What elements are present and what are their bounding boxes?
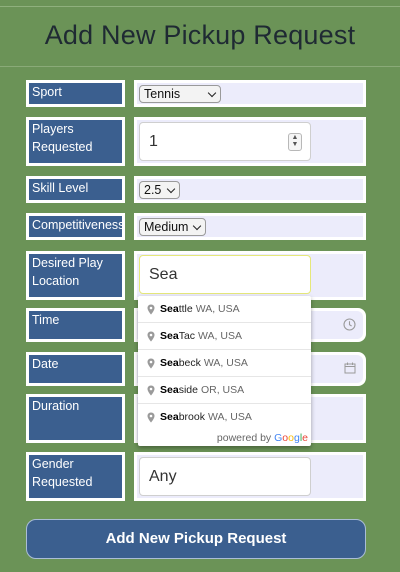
number-stepper-icon[interactable]: ▲ ▼ [288, 133, 302, 151]
autocomplete-item[interactable]: Seabrook WA, USA [138, 404, 311, 431]
map-pin-icon [147, 412, 155, 423]
location-input[interactable]: Sea [139, 255, 311, 294]
duration-label: Duration [29, 397, 122, 440]
sport-field: Tennis [134, 80, 366, 107]
clock-icon[interactable] [343, 318, 356, 331]
gender-label-box: Gender Requested [26, 452, 125, 501]
top-divider [0, 6, 400, 7]
skill-label: Skill Level [29, 179, 122, 200]
gender-input[interactable]: Any [139, 457, 311, 496]
autocomplete-item[interactable]: Seattle WA, USA [138, 296, 311, 323]
map-pin-icon [147, 358, 155, 369]
chevron-down-icon [166, 184, 176, 194]
gender-field: Any [134, 452, 366, 501]
map-pin-icon [147, 385, 155, 396]
location-label: Desired Play Location [29, 254, 122, 297]
autocomplete-item[interactable]: Seaside OR, USA [138, 377, 311, 404]
date-label: Date [29, 355, 122, 383]
chevron-down-icon [207, 88, 217, 98]
skill-select[interactable]: 2.5 [139, 181, 180, 199]
competitiveness-label-box: Competitiveness [26, 213, 125, 240]
sport-label: Sport [29, 83, 122, 104]
skill-label-box: Skill Level [26, 176, 125, 203]
location-input-value: Sea [149, 266, 178, 283]
skill-field: 2.5 [134, 176, 366, 203]
gender-label: Gender Requested [29, 455, 122, 498]
competitiveness-field: Medium [134, 213, 366, 240]
calendar-icon[interactable] [344, 362, 356, 374]
page-title: Add New Pickup Request [44, 20, 356, 50]
powered-by-google: powered by Google [216, 432, 308, 444]
skill-select-value: 2.5 [144, 183, 162, 197]
autocomplete-item[interactable]: SeaTac WA, USA [138, 323, 311, 350]
sport-select[interactable]: Tennis [139, 85, 221, 103]
competitiveness-select-value: Medium [144, 220, 189, 234]
title-divider [0, 66, 400, 67]
sport-select-value: Tennis [144, 87, 181, 101]
add-pickup-request-button[interactable]: Add New Pickup Request [26, 519, 366, 559]
duration-label-box: Duration [26, 394, 125, 443]
date-label-box: Date [26, 352, 125, 386]
players-input-value: 1 [149, 133, 158, 150]
location-label-box: Desired Play Location [26, 251, 125, 300]
gender-input-value: Any [149, 468, 177, 485]
time-label-box: Time [26, 308, 125, 342]
competitiveness-label: Competitiveness [29, 216, 124, 237]
players-field: 1 ▲ ▼ [134, 117, 366, 166]
sport-label-box: Sport [26, 80, 125, 107]
players-label-box: Players Requested [26, 117, 125, 166]
players-input[interactable]: 1 ▲ ▼ [139, 122, 311, 161]
autocomplete-item[interactable]: Seabeck WA, USA [138, 350, 311, 377]
time-label: Time [29, 311, 122, 339]
players-label: Players Requested [29, 120, 122, 163]
competitiveness-select[interactable]: Medium [139, 218, 206, 236]
location-autocomplete: Seattle WA, USA SeaTac WA, USA Seabeck WA, … [138, 296, 311, 446]
location-field: Sea [134, 251, 366, 300]
map-pin-icon [147, 304, 155, 315]
chevron-down-icon [192, 221, 202, 231]
map-pin-icon [147, 331, 155, 342]
